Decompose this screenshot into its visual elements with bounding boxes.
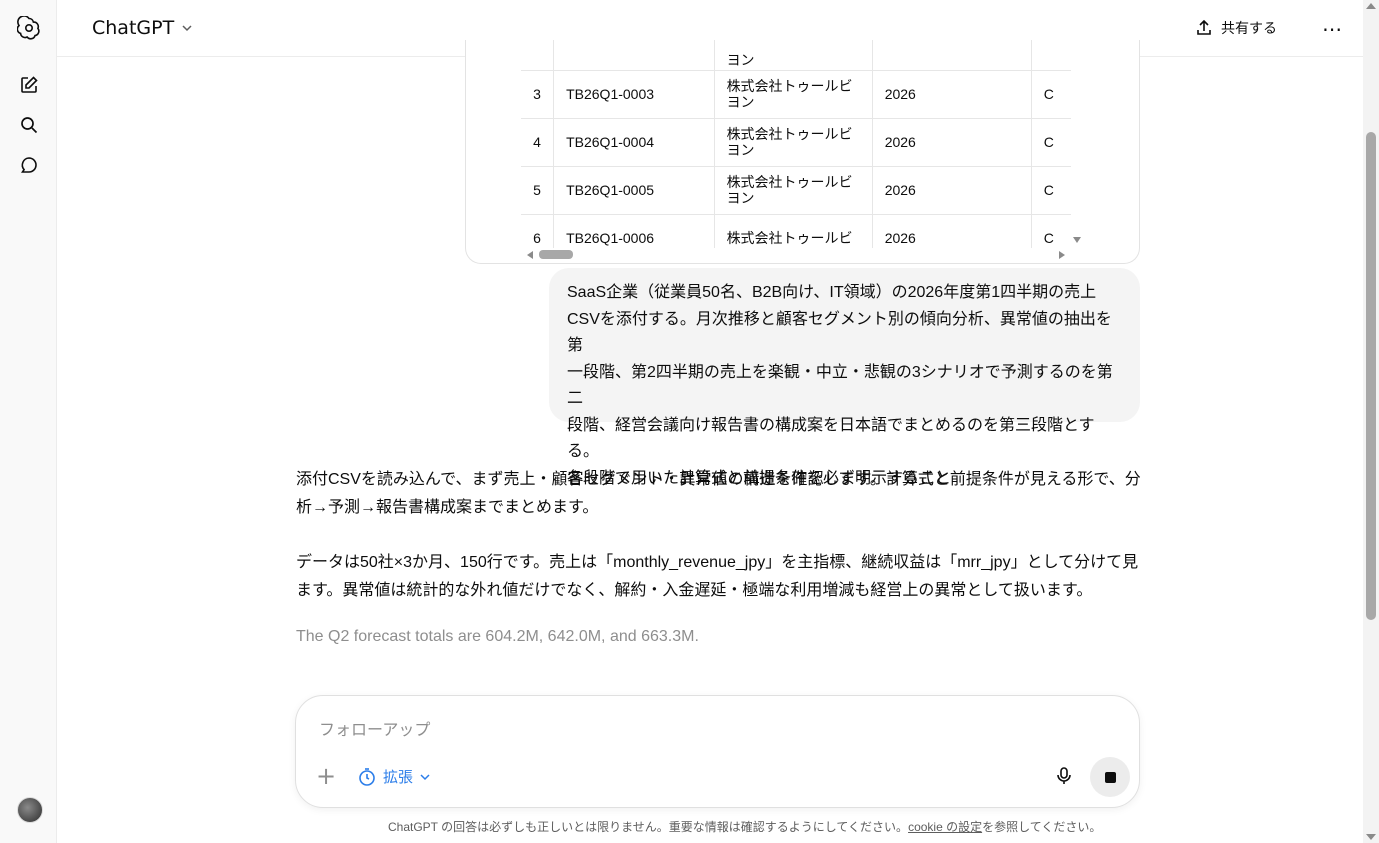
table-horizontal-scrollbar[interactable] <box>521 248 1071 262</box>
new-chat-icon[interactable] <box>14 70 44 100</box>
csv-attachment-card: ヨン 3 TB26Q1-0003 株式会社トゥールビヨン 2026 C 4 TB… <box>465 40 1140 264</box>
table-row: 5 TB26Q1-0005 株式会社トゥールビヨン 2026 C <box>521 166 1071 215</box>
add-attachment-icon[interactable]: + <box>316 764 336 788</box>
scroll-left-arrow-icon[interactable] <box>527 251 533 259</box>
scroll-thumb[interactable] <box>539 250 573 259</box>
mode-label: 拡張 <box>383 768 414 786</box>
table-cell: TB26Q1-0006 <box>553 214 715 248</box>
user-message: SaaS企業（従業員50名、B2B向け、IT領域）の2026年度第1四半期の売上… <box>549 268 1140 487</box>
table-cell: ヨン <box>714 40 873 71</box>
microphone-icon[interactable] <box>1054 766 1074 790</box>
mode-selector[interactable]: 拡張 <box>357 766 431 787</box>
share-icon <box>1197 19 1211 35</box>
csv-table: ヨン 3 TB26Q1-0003 株式会社トゥールビヨン 2026 C 4 TB… <box>521 40 1071 248</box>
scroll-right-arrow-icon[interactable] <box>1059 251 1065 259</box>
table-cell: 2026 <box>872 118 1032 167</box>
disclaimer-text: ChatGPT の回答は必ずしも正しいとは限りません。重要な情報は確認するように… <box>388 820 909 834</box>
table-cell: TB26Q1-0004 <box>553 118 715 167</box>
table-cell: C <box>1031 214 1071 248</box>
timer-icon <box>359 767 375 786</box>
csv-table-scroll[interactable]: ヨン 3 TB26Q1-0003 株式会社トゥールビヨン 2026 C 4 TB… <box>521 40 1071 248</box>
table-cell: 2026 <box>872 214 1032 248</box>
assistant-status-text: The Q2 forecast totals are 604.2M, 642.0… <box>296 628 699 645</box>
chevron-down-icon <box>420 773 430 780</box>
table-cell: 株式会社トゥールビヨン <box>714 70 873 119</box>
user-message-line: 一段階、第2四半期の売上を楽観・中立・悲観の3シナリオで予測するのを第二 <box>567 363 1113 408</box>
table-cell: 株式会社トゥールビ <box>714 214 873 248</box>
avatar[interactable] <box>17 797 43 823</box>
table-cell: TB26Q1-0005 <box>553 166 715 215</box>
table-cell: TB26Q1-0003 <box>553 70 715 119</box>
model-selector[interactable]: ChatGPT <box>92 17 194 39</box>
table-cell: 2026 <box>872 166 1032 215</box>
assistant-paragraph: 添付CSVを読み込んで、まず売上・顧客セグメント・異常値の構造を確認します。計算… <box>296 471 1141 516</box>
table-cell: 株式会社トゥールビヨン <box>714 166 873 215</box>
table-cell: C <box>1031 70 1071 119</box>
chats-icon[interactable] <box>14 150 44 180</box>
scroll-down-arrow-icon[interactable] <box>1366 834 1376 840</box>
page-scrollbar[interactable] <box>1363 0 1379 843</box>
table-cell: 5 <box>521 166 555 215</box>
scroll-up-arrow-icon[interactable] <box>1366 3 1376 9</box>
table-cell: 2026 <box>872 70 1032 119</box>
assistant-paragraph: データは50社×3か月、150行です。売上は「monthly_revenue_j… <box>296 554 1139 599</box>
table-row: ヨン <box>521 40 1071 71</box>
cookie-settings-link[interactable]: cookie の設定 <box>908 820 982 834</box>
table-cell: 6 <box>521 214 555 248</box>
openai-logo-icon[interactable] <box>14 13 44 43</box>
stop-generating-button[interactable] <box>1090 757 1130 797</box>
table-cell: 株式会社トゥールビヨン <box>714 118 873 167</box>
left-rail <box>0 0 57 843</box>
user-message-line: CSVを添付する。月次推移と顧客セグメント別の傾向分析、異常値の抽出を第 <box>567 310 1112 355</box>
table-row: 6 TB26Q1-0006 株式会社トゥールビ 2026 C <box>521 214 1071 248</box>
table-row: 3 TB26Q1-0003 株式会社トゥールビヨン 2026 C <box>521 70 1071 119</box>
message-input[interactable]: フォローアップ <box>319 716 430 740</box>
assistant-message: 添付CSVを読み込んで、まず売上・顧客セグメント・異常値の構造を確認します。計算… <box>296 466 1144 678</box>
table-scroll-down-arrow[interactable] <box>1073 237 1081 243</box>
user-message-line: 段階、経営会議向け報告書の構成案を日本語でまとめるのを第三段階とする。 <box>567 416 1095 461</box>
share-label: 共有する <box>1221 21 1277 37</box>
table-cell: C <box>1031 166 1071 215</box>
stop-icon <box>1104 771 1116 783</box>
more-options-icon[interactable]: ⋯ <box>1322 17 1343 41</box>
user-message-line: SaaS企業（従業員50名、B2B向け、IT領域）の2026年度第1四半期の売上 <box>567 284 1097 301</box>
share-button[interactable]: 共有する <box>1195 18 1277 38</box>
disclaimer: ChatGPT の回答は必ずしも正しいとは限りません。重要な情報は確認するように… <box>388 818 1101 835</box>
table-cell: C <box>1031 118 1071 167</box>
table-row: 4 TB26Q1-0004 株式会社トゥールビヨン 2026 C <box>521 118 1071 167</box>
composer: フォローアップ + 拡張 <box>295 695 1140 808</box>
model-name: ChatGPT <box>92 17 175 39</box>
scroll-thumb[interactable] <box>1366 132 1376 620</box>
search-icon[interactable] <box>14 110 44 140</box>
table-cell: 3 <box>521 70 555 119</box>
disclaimer-text-end: を参照してください。 <box>982 820 1102 834</box>
table-cell: 4 <box>521 118 555 167</box>
chevron-down-icon <box>182 25 192 32</box>
